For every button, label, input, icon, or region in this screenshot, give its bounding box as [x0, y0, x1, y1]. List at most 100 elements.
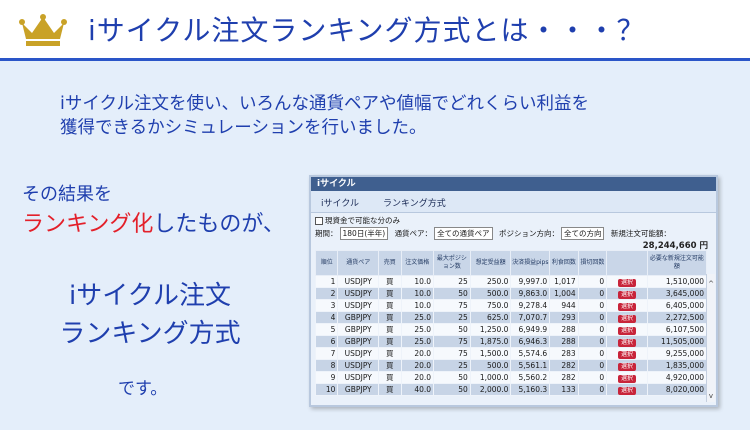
cell-select: 選択 — [606, 323, 648, 336]
cell-pair: GBPJPY — [337, 335, 380, 348]
panel-window-title: iサイクル — [311, 177, 716, 191]
table-row[interactable]: 1 USDJPY 買 10.0 25 250.0 9,997.0 1,017 0 選択 1,510,… — [314, 275, 708, 288]
cell-sl: 0 — [577, 275, 608, 288]
cell-rank: 6 — [314, 335, 339, 348]
cell-side: 買 — [378, 371, 402, 384]
cell-sl: 0 — [577, 383, 608, 396]
cell-pips: 6,949.9 — [510, 323, 551, 336]
select-button[interactable]: 選択 — [617, 338, 636, 347]
available-label: 新規注文可能額： — [610, 229, 671, 238]
cell-need: 6,107,500 — [646, 323, 708, 336]
cell-pair: USDJPY — [337, 287, 380, 300]
pair-label: 通貨ペア： — [394, 229, 433, 238]
page-title: iサイクル注文ランキング方式とは・・・？ — [88, 14, 646, 47]
cell-width: 20.0 — [400, 359, 435, 372]
cell-pair: GBPJPY — [337, 323, 380, 336]
cell-sl: 0 — [577, 347, 608, 360]
period-label: 期間： — [315, 229, 338, 238]
tab-icycle[interactable]: iサイクル — [321, 196, 359, 209]
cell-profit: 1,250.0 — [469, 323, 512, 336]
cell-pips: 5,561.1 — [510, 359, 551, 372]
cell-pos: 50 — [433, 371, 471, 384]
cell-profit: 250.0 — [469, 275, 512, 288]
cell-profit: 500.0 — [469, 287, 512, 300]
cell-width: 20.0 — [400, 371, 435, 384]
table-row[interactable]: 10 GBPJPY 買 40.0 50 2,000.0 5,160.3 133 0 選択 8,020… — [314, 383, 708, 396]
select-button[interactable]: 選択 — [617, 374, 636, 383]
col-take-profit: 利食回数 — [549, 250, 579, 276]
cell-sl: 0 — [577, 371, 608, 384]
ranking-table: 順位 通貨ペア 売買 注文価格 最大ポジション数 想定受益額 決済損益pips … — [314, 250, 708, 396]
cell-pips: 5,160.3 — [510, 383, 551, 396]
select-button[interactable]: 選択 — [617, 386, 636, 395]
cell-pos: 50 — [433, 287, 471, 300]
cell-need: 3,645,000 — [646, 287, 708, 300]
cell-width: 25.0 — [400, 311, 435, 324]
cell-side: 買 — [378, 287, 402, 300]
table-row[interactable]: 9 USDJPY 買 20.0 50 1,000.0 5,560.2 282 0 選択 4,920,… — [314, 371, 708, 384]
cell-select: 選択 — [606, 311, 648, 324]
intro-text: iサイクル注文を使い、いろんな通貨ペアや値幅でどれくらい利益を 獲得できるかシミ… — [60, 92, 700, 140]
select-button[interactable]: 選択 — [617, 362, 636, 371]
cell-pair: GBPJPY — [337, 383, 380, 396]
cell-rank: 8 — [314, 359, 339, 372]
cell-pair: GBPJPY — [337, 311, 380, 324]
cell-width: 40.0 — [400, 383, 435, 396]
crown-icon — [19, 14, 67, 46]
cell-pos: 50 — [433, 323, 471, 336]
cell-rank: 4 — [314, 311, 339, 324]
cell-profit: 625.0 — [469, 311, 512, 324]
table-row[interactable]: 5 GBPJPY 買 25.0 50 1,250.0 6,949.9 288 0 選択 6,107,… — [314, 323, 708, 336]
col-profit: 想定受益額 — [469, 250, 512, 276]
select-button[interactable]: 選択 — [617, 278, 636, 287]
scroll-up-icon[interactable]: ^ — [707, 280, 715, 288]
table-row[interactable]: 4 GBPJPY 買 25.0 25 625.0 7,070.7 293 0 選択 2,272,50… — [314, 311, 708, 324]
cell-pair: USDJPY — [337, 359, 380, 372]
cell-profit: 750.0 — [469, 299, 512, 312]
select-button[interactable]: 選択 — [617, 314, 636, 323]
table-row[interactable]: 8 USDJPY 買 20.0 25 500.0 5,561.1 282 0 選択 1,835,00… — [314, 359, 708, 372]
cell-side: 買 — [378, 347, 402, 360]
select-button[interactable]: 選択 — [617, 326, 636, 335]
direction-select[interactable]: 全ての方向 — [560, 227, 605, 240]
scroll-down-icon[interactable]: v — [707, 392, 715, 400]
select-button[interactable]: 選択 — [617, 302, 636, 311]
cell-width: 25.0 — [400, 335, 435, 348]
cell-side: 買 — [378, 299, 402, 312]
cell-width: 25.0 — [400, 323, 435, 336]
cell-select: 選択 — [606, 299, 648, 312]
table-row[interactable]: 6 GBPJPY 買 25.0 75 1,875.0 6,946.3 288 0 選択 11,505… — [314, 335, 708, 348]
table-row[interactable]: 3 USDJPY 買 10.0 75 750.0 9,278.4 944 0 選択 6,405,00… — [314, 299, 708, 312]
cell-tp: 283 — [549, 347, 579, 360]
cell-profit: 1,500.0 — [469, 347, 512, 360]
checkbox-box[interactable] — [315, 217, 323, 225]
pair-select[interactable]: 全ての通貨ペア — [434, 227, 493, 240]
cell-side: 買 — [378, 323, 402, 336]
cell-rank: 1 — [314, 275, 339, 288]
tab-ranking[interactable]: ランキング方式 — [383, 196, 446, 209]
table-scrollbar[interactable]: ^ v — [706, 274, 715, 402]
table-header-row: 順位 通貨ペア 売買 注文価格 最大ポジション数 想定受益額 決済損益pips … — [314, 250, 708, 276]
cell-side: 買 — [378, 311, 402, 324]
cell-pips: 6,946.3 — [510, 335, 551, 348]
cell-side: 買 — [378, 359, 402, 372]
cell-pos: 25 — [433, 359, 471, 372]
col-side: 売買 — [378, 250, 402, 276]
cell-profit: 2,000.0 — [469, 383, 512, 396]
table-row[interactable]: 2 USDJPY 買 10.0 50 500.0 9,863.0 1,004 0 選択 3,645,… — [314, 287, 708, 300]
cell-tp: 282 — [549, 371, 579, 384]
funds-only-checkbox[interactable]: 現資金で可能な分のみ — [315, 215, 400, 226]
table-row[interactable]: 7 USDJPY 買 20.0 75 1,500.0 5,574.6 283 0 選択 9,255,… — [314, 347, 708, 360]
cell-sl: 0 — [577, 311, 608, 324]
cell-pair: USDJPY — [337, 371, 380, 384]
big-label-1: iサイクル注文 — [69, 281, 231, 311]
col-required: 必要な新規注文可能額 — [646, 250, 708, 276]
result-line-2: ランキング化したものが、 — [22, 206, 285, 238]
cell-pos: 25 — [433, 311, 471, 324]
select-button[interactable]: 選択 — [617, 350, 636, 359]
cell-select: 選択 — [606, 347, 648, 360]
result-line-2-rest: したものが、 — [153, 212, 285, 237]
select-button[interactable]: 選択 — [617, 290, 636, 299]
cell-pos: 75 — [433, 335, 471, 348]
period-select[interactable]: 180日(半年) — [339, 227, 389, 240]
